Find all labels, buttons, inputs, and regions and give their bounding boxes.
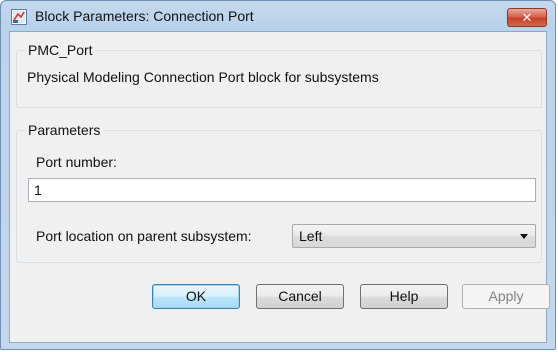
close-icon: ✕ [521, 9, 533, 25]
parameters-title: Parameters [25, 121, 104, 139]
port-number-input[interactable] [28, 178, 536, 202]
ok-button[interactable]: OK [152, 284, 240, 309]
dialog-window: Block Parameters: Connection Port ✕ PMC_… [0, 0, 556, 350]
block-type-title: PMC_Port [25, 41, 96, 59]
chevron-down-icon [520, 234, 528, 239]
apply-button[interactable]: Apply [462, 284, 550, 309]
close-button[interactable]: ✕ [507, 8, 547, 27]
title-bar[interactable]: Block Parameters: Connection Port ✕ [1, 1, 555, 31]
port-number-label: Port number: [36, 154, 117, 170]
port-location-select[interactable]: Left [292, 224, 536, 248]
cancel-button[interactable]: Cancel [256, 284, 344, 309]
block-description: Physical Modeling Connection Port block … [27, 69, 379, 85]
simulink-block-icon [11, 9, 27, 25]
window-title: Block Parameters: Connection Port [35, 8, 254, 24]
block-info-group: PMC_Port Physical Modeling Connection Po… [16, 41, 542, 108]
help-button[interactable]: Help [360, 284, 448, 309]
port-location-value: Left [299, 228, 323, 244]
dialog-client-area: PMC_Port Physical Modeling Connection Po… [9, 31, 550, 343]
port-location-label: Port location on parent subsystem: [36, 228, 252, 244]
